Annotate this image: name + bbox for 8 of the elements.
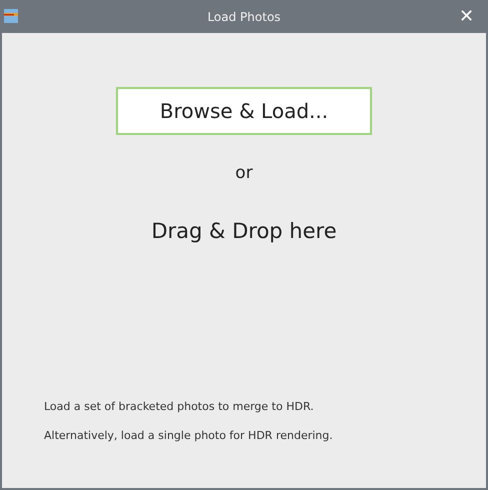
hint-text: Load a set of bracketed photos to merge to HDR.: [44, 400, 315, 413]
browse-load-button[interactable]: Browse & Load...: [116, 87, 372, 135]
close-button[interactable]: ✕: [459, 5, 474, 27]
or-label: or: [235, 163, 253, 183]
window-title: Load Photos: [207, 10, 281, 24]
hint-text: Alternatively, load a single photo for HDR rendering.: [44, 429, 334, 442]
photo-app-icon: [3, 8, 19, 24]
drop-hint: Drag & Drop here: [151, 219, 337, 243]
